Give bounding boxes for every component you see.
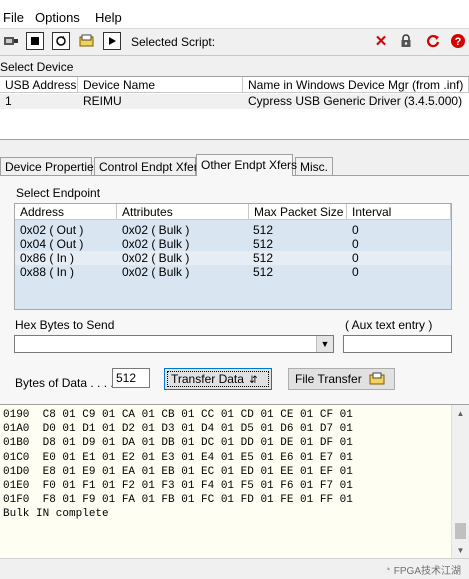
chevron-down-icon[interactable]: ▼ <box>316 336 333 352</box>
endpoint-attributes: 0x02 ( Bulk ) <box>122 265 190 279</box>
endpoint-interval: 0 <box>352 237 359 251</box>
watermark: ◔ FPGA技术江湖 <box>384 562 461 578</box>
col-interval[interactable]: Interval <box>347 204 451 220</box>
endpoint-attributes: 0x02 ( Bulk ) <box>122 251 190 265</box>
file-transfer-label: File Transfer <box>295 372 362 386</box>
folder-icon <box>369 372 385 385</box>
endpoint-attributes: 0x02 ( Bulk ) <box>122 237 190 251</box>
status-bar: ◔ FPGA技术江湖 <box>0 558 469 579</box>
scroll-down-icon[interactable]: ▼ <box>452 542 469 559</box>
tab-control-endpt-xfers[interactable]: Control Endpt Xfers <box>94 157 204 176</box>
hex-bytes-label: Hex Bytes to Send <box>15 318 115 332</box>
menu-options[interactable]: Options <box>35 10 80 25</box>
device-table: USB Address Device Name Name in Windows … <box>0 76 469 140</box>
stop-icon[interactable] <box>26 32 44 50</box>
device-row[interactable]: 1 REIMU Cypress USB Generic Driver (3.4.… <box>0 94 462 109</box>
endpoint-row[interactable]: 0x88 ( In ) 0x02 ( Bulk ) 512 0 <box>15 265 451 279</box>
lock-icon[interactable] <box>397 32 415 50</box>
endpoint-max-packet: 512 <box>253 237 274 251</box>
help-icon[interactable]: ? <box>449 32 467 50</box>
endpoint-interval: 0 <box>352 251 359 265</box>
output-status-line: Bulk IN complete <box>3 508 109 521</box>
endpoint-attributes: 0x02 ( Bulk ) <box>122 223 190 237</box>
output-line: 01B0 D8 01 D9 01 DA 01 DB 01 DC 01 DD 01… <box>3 437 353 450</box>
menu-help[interactable]: Help <box>95 10 122 25</box>
load-script-icon[interactable] <box>78 32 96 50</box>
scroll-thumb[interactable] <box>455 523 466 539</box>
output-text: 0190 C8 01 C9 01 CA 01 CB 01 CC 01 CD 01… <box>3 408 353 522</box>
bytes-of-data-field[interactable]: 512 <box>112 368 150 388</box>
col-device-name[interactable]: Device Name <box>78 77 243 93</box>
device-address: 1 <box>5 94 12 108</box>
tab-device-properties[interactable]: Device Properties <box>0 157 100 176</box>
hex-bytes-combo[interactable]: ▼ <box>14 335 334 353</box>
endpoint-row[interactable]: 0x02 ( Out ) 0x02 ( Bulk ) 512 0 <box>15 223 451 237</box>
output-line: 01F0 F8 01 F9 01 FA 01 FB 01 FC 01 FD 01… <box>3 494 353 507</box>
device-win-name: Cypress USB Generic Driver (3.4.5.000) <box>248 94 463 108</box>
output-line: 01A0 D0 01 D1 01 D2 01 D3 01 D4 01 D5 01… <box>3 423 353 436</box>
usb-connect-icon[interactable] <box>2 32 20 50</box>
endpoint-row-selected[interactable]: 0x86 ( In ) 0x02 ( Bulk ) 512 0 <box>15 251 451 265</box>
output-pane[interactable]: 0190 C8 01 C9 01 CA 01 CB 01 CC 01 CD 01… <box>0 404 469 559</box>
output-scrollbar[interactable]: ▲ ▼ <box>451 405 469 559</box>
transfer-icon: ⇵ <box>249 375 258 386</box>
wechat-icon: ◔ <box>384 563 391 576</box>
selected-script-label: Selected Script: <box>131 35 216 49</box>
svg-text:?: ? <box>455 36 462 48</box>
watermark-text: FPGA技术江湖 <box>393 566 461 577</box>
toolbar: Selected Script: ✕ ? <box>0 29 469 56</box>
endpoint-address: 0x88 ( In ) <box>20 265 75 279</box>
endpoint-interval: 0 <box>352 223 359 237</box>
col-windows-name[interactable]: Name in Windows Device Mgr (from .inf) <box>243 77 469 93</box>
endpoint-interval: 0 <box>352 265 359 279</box>
menu-bar: File Options Help <box>0 6 469 29</box>
col-max-packet-size[interactable]: Max Packet Size <box>249 204 347 220</box>
scroll-up-icon[interactable]: ▲ <box>452 405 469 422</box>
refresh-icon[interactable] <box>424 32 442 50</box>
output-line: 01C0 E0 01 E1 01 E2 01 E3 01 E4 01 E5 01… <box>3 451 353 464</box>
bytes-of-data-label: Bytes of Data . . . . <box>15 376 114 390</box>
device-name: REIMU <box>83 94 122 108</box>
endpoint-address: 0x86 ( In ) <box>20 251 75 265</box>
col-address[interactable]: Address <box>15 204 117 220</box>
menu-file[interactable]: File <box>3 10 24 25</box>
endpoint-max-packet: 512 <box>253 223 274 237</box>
select-device-label: Select Device <box>0 60 74 74</box>
tab-strip: Device Properties Control Endpt Xfers Ot… <box>0 154 469 176</box>
play-script-icon[interactable] <box>103 32 121 50</box>
endpoint-address: 0x04 ( Out ) <box>20 237 84 251</box>
col-attributes[interactable]: Attributes <box>117 204 249 220</box>
output-line: 0190 C8 01 C9 01 CA 01 CB 01 CC 01 CD 01… <box>3 409 353 421</box>
output-line: 01D0 E8 01 E9 01 EA 01 EB 01 EC 01 ED 01… <box>3 465 353 478</box>
col-usb-address[interactable]: USB Address <box>0 77 78 93</box>
aux-text-label: ( Aux text entry ) <box>345 318 433 332</box>
endpoint-address: 0x02 ( Out ) <box>20 223 84 237</box>
aux-text-field[interactable] <box>343 335 452 353</box>
endpoint-list[interactable]: Address Attributes Max Packet Size Inter… <box>14 203 452 310</box>
transfer-data-label: Transfer Data <box>171 372 244 386</box>
reset-icon[interactable] <box>52 32 70 50</box>
file-transfer-button[interactable]: File Transfer <box>288 368 395 390</box>
transfer-data-button[interactable]: Transfer Data ⇵ <box>164 368 272 390</box>
endpoint-row[interactable]: 0x04 ( Out ) 0x02 ( Bulk ) 512 0 <box>15 237 451 251</box>
endpoint-max-packet: 512 <box>253 265 274 279</box>
tab-other-endpt-xfers[interactable]: Other Endpt Xfers <box>196 154 297 176</box>
select-endpoint-label: Select Endpoint <box>16 186 101 200</box>
output-line: 01E0 F0 01 F1 01 F2 01 F3 01 F4 01 F5 01… <box>3 480 353 493</box>
delete-icon[interactable]: ✕ <box>372 32 390 50</box>
endpoint-max-packet: 512 <box>253 251 274 265</box>
tab-misc[interactable]: Misc. <box>295 157 333 176</box>
